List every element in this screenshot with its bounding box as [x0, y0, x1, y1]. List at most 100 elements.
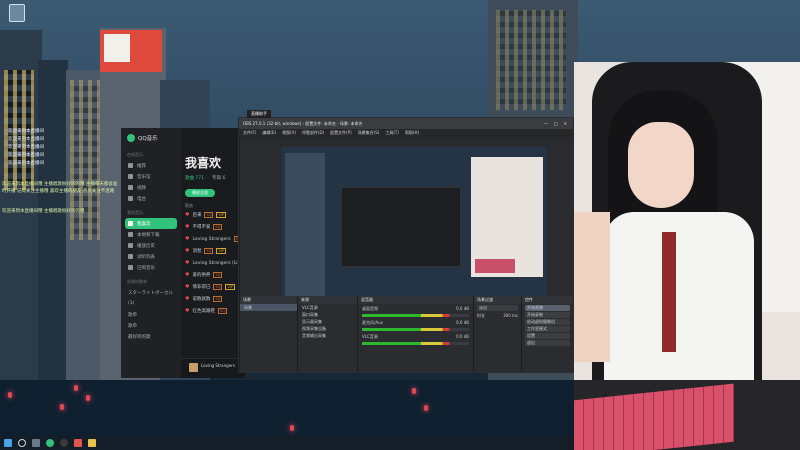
- heart-icon[interactable]: ♥: [185, 224, 189, 230]
- transition-select[interactable]: 淡出: [477, 305, 518, 311]
- sidebar-item-favorites[interactable]: 我喜欢: [125, 218, 177, 229]
- sidebar-item-video[interactable]: 视频: [121, 182, 181, 193]
- sidebar-item-recommend[interactable]: 推荐: [121, 160, 181, 171]
- menu-docks[interactable]: 停靠部件(D): [302, 129, 324, 137]
- sidebar-item-playlist[interactable]: (1): [121, 298, 181, 309]
- preview-window-copy: [341, 187, 461, 267]
- song-row[interactable]: ♥Loving StrangersSQ: [185, 233, 245, 245]
- sidebar-item-playlist[interactable]: スターライトボーカル: [121, 287, 181, 298]
- search-icon[interactable]: [18, 439, 26, 447]
- song-row[interactable]: ♥ 消愁 SQ VIP: [185, 245, 245, 257]
- obs-icon[interactable]: [60, 439, 68, 447]
- song-row[interactable]: ♥ 红色高跟鞋 SQ: [185, 305, 245, 317]
- obs-header-badge-label: 直播助手: [251, 111, 267, 116]
- sidebar-item-playlist[interactable]: 最好听的歌: [121, 331, 181, 342]
- sources-dock: 来源 VLC音源 窗口采集 显示器采集 视频采集设备 音频输出采集: [298, 296, 358, 372]
- heart-icon[interactable]: ♥: [185, 296, 189, 302]
- menu-scene-collection[interactable]: 场景集合(S): [358, 129, 380, 137]
- sidebar-item-trial[interactable]: 试听列表: [121, 251, 181, 262]
- chat-row: 欢迎来到本直播间: [2, 136, 120, 144]
- quality-badge: SQ: [217, 308, 227, 314]
- source-item[interactable]: 音频输出采集: [298, 332, 357, 339]
- sidebar-item-playlist[interactable]: 歌单: [121, 309, 181, 320]
- sidebar-item-label: 歌单: [128, 312, 137, 318]
- source-item[interactable]: VLC音源: [298, 304, 357, 311]
- chat-row: 欢迎来到本直播间: [2, 128, 120, 136]
- sidebar-item-label: 我喜欢: [137, 221, 151, 227]
- maximize-button[interactable]: □: [554, 118, 558, 129]
- qqmusic-player-bar: Loving Strangers: [181, 358, 245, 378]
- close-button[interactable]: ✕: [564, 118, 567, 129]
- obs-window[interactable]: OBS 27.0.1 (32-bit, windows) - 配置文件: 未命名…: [238, 110, 574, 373]
- mixer-dock: 混音器 桌面音频 0.0 dB 麦克风/Aux 0.0 dB VLC音源 0.0 dB: [358, 296, 474, 372]
- sidebar-item-radio[interactable]: 电台: [121, 193, 181, 204]
- folder-icon[interactable]: [88, 439, 96, 447]
- source-item[interactable]: 窗口采集: [298, 311, 357, 318]
- exit-button[interactable]: 退出: [525, 340, 570, 346]
- desktop-icon-recycle-bin[interactable]: [4, 2, 30, 34]
- heart-icon[interactable]: ♥: [185, 260, 189, 266]
- heart-icon[interactable]: ♥: [185, 236, 189, 242]
- source-item[interactable]: 显示器采集: [298, 318, 357, 325]
- tab-songs[interactable]: 歌曲 771: [185, 175, 204, 181]
- task-view-icon[interactable]: [32, 439, 40, 447]
- song-row[interactable]: ♥ 说散就散 SQ: [185, 293, 245, 305]
- qqmusic-logo: QQ音乐: [121, 128, 181, 146]
- sidebar-item-label: 已购音乐: [137, 265, 155, 271]
- sidebar-item-local[interactable]: 本地和下载: [121, 229, 181, 240]
- obs-preview-canvas[interactable]: [281, 147, 547, 310]
- mixer-channel-level: 0.0 dB: [456, 320, 469, 325]
- windows-start-icon[interactable]: [4, 439, 12, 447]
- start-recording-button[interactable]: 开始录制: [525, 312, 570, 318]
- audio-meter[interactable]: [362, 342, 469, 345]
- obs-title: OBS 27.0.1 (32-bit, windows) - 配置文件: 未命名…: [243, 121, 363, 126]
- obs-titlebar: OBS 27.0.1 (32-bit, windows) - 配置文件: 未命名…: [239, 118, 573, 129]
- sidebar-section-title: 创建的歌单: [127, 279, 147, 284]
- sidebar-item-playlist[interactable]: 歌单: [121, 320, 181, 331]
- source-item[interactable]: 视频采集设备: [298, 325, 357, 332]
- album-cover[interactable]: [189, 363, 198, 372]
- song-row[interactable]: ♥ 情非得已 SQ VIP: [185, 281, 245, 293]
- heart-icon[interactable]: ♥: [185, 272, 189, 278]
- scene-item[interactable]: 场景: [240, 304, 297, 311]
- sidebar-item-history[interactable]: 播放历史: [121, 240, 181, 251]
- song-row[interactable]: ♥ Loving Strangers (Live): [185, 257, 245, 269]
- menu-file[interactable]: 文件(F): [243, 129, 256, 137]
- dock-header: 混音器: [358, 296, 473, 304]
- song-title: Loving Strangers: [192, 236, 231, 242]
- heart-icon[interactable]: ♥: [185, 308, 189, 314]
- song-title: 不得不爱: [192, 225, 211, 230]
- heart-icon[interactable]: ♥: [185, 248, 189, 254]
- duration-value[interactable]: 300 ms: [503, 313, 518, 319]
- qqmusic-window[interactable]: QQ音乐 在线音乐 推荐 音乐馆 视频 电台 我的音乐 我喜欢 本地和下载 播放…: [121, 128, 245, 378]
- start-streaming-button[interactable]: 开始直播: [525, 305, 570, 311]
- wallpaper-lantern: [86, 395, 90, 401]
- menu-help[interactable]: 帮助(H): [405, 129, 419, 137]
- quality-badge: VIP: [216, 212, 227, 218]
- wallpaper-lantern: [290, 425, 294, 431]
- virtual-camera-button[interactable]: 启动虚拟摄像机: [525, 319, 570, 325]
- preview-keyboard-copy: [475, 259, 515, 273]
- heart-icon[interactable]: ♥: [185, 212, 189, 218]
- sidebar-item-music-hall[interactable]: 音乐馆: [121, 171, 181, 182]
- menu-edit[interactable]: 编辑(E): [262, 129, 276, 137]
- studio-mode-button[interactable]: 工作室模式: [525, 326, 570, 332]
- minimize-button[interactable]: —: [544, 118, 548, 129]
- song-row[interactable]: ♥ 后来 SQ VIP: [185, 209, 245, 221]
- heart-icon[interactable]: ♥: [185, 284, 189, 290]
- settings-button[interactable]: 设置: [525, 333, 570, 339]
- song-list: ♥后来SQVIP♥不得不爱SQ♥Loving StrangersSQ♥消愁SQV…: [185, 209, 245, 317]
- song-row[interactable]: ♥ 不得不爱 SQ: [185, 221, 245, 233]
- list-icon: [128, 254, 133, 259]
- menu-view[interactable]: 视图(V): [282, 129, 296, 137]
- qqmusic-icon[interactable]: [46, 439, 54, 447]
- tab-albums[interactable]: 专辑 6: [212, 175, 225, 181]
- browser-icon[interactable]: [74, 439, 82, 447]
- menu-tools[interactable]: 工具(T): [385, 129, 399, 137]
- qqmusic-sidebar: QQ音乐 在线音乐 推荐 音乐馆 视频 电台 我的音乐 我喜欢 本地和下载 播放…: [121, 128, 181, 378]
- song-row[interactable]: ♥ 爱的供养 SQ: [185, 269, 245, 281]
- sidebar-item-purchased[interactable]: 已购音乐: [121, 262, 181, 273]
- play-all-button[interactable]: 播放全部: [185, 189, 215, 197]
- menu-profile[interactable]: 配置文件(P): [330, 129, 352, 137]
- sidebar-item-label: 歌单: [128, 323, 137, 329]
